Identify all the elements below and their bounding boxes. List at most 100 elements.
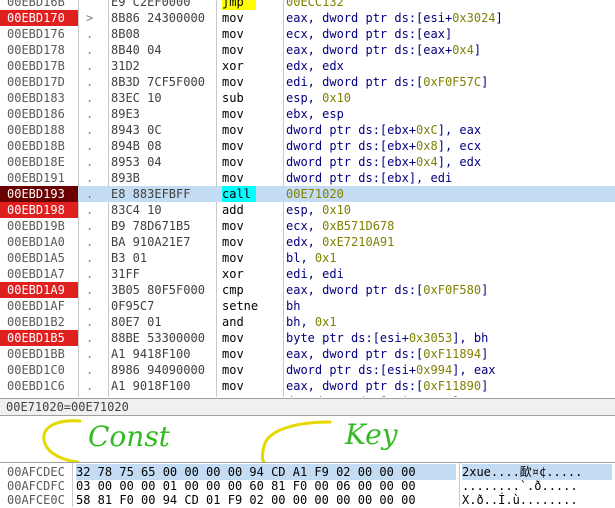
instruction-bytes: 8943 0C [111, 123, 162, 137]
operand-constant: 00ECC132 [286, 0, 344, 9]
breakpoint-address[interactable]: 00EBD193 [0, 186, 78, 202]
operand-text: dword ptr ds:[esi+ [286, 395, 416, 397]
instruction-address[interactable]: 00EBD1C6 [0, 378, 78, 394]
disasm-row[interactable]: 00EBD1A7. 31FF xor edi, edi [0, 266, 615, 282]
instruction-mnemonic: mov [222, 219, 244, 233]
instruction-address[interactable]: 00EBD17D [0, 74, 78, 90]
operand-text: esp, [286, 91, 323, 105]
instruction-address[interactable]: 00EBD1A7 [0, 266, 78, 282]
disasm-row[interactable]: 00EBD1CB. 8986 98090000 movdword ptr ds:[e… [0, 394, 615, 397]
instruction-operands: dword ptr ds:[ebx], edi [286, 170, 615, 186]
operand-text: bl, [286, 251, 315, 265]
disasm-row[interactable]: 00EBD1A9. 3B05 80F5F000 cmp eax, dword ptr … [0, 282, 615, 298]
disasm-row[interactable]: 00EBD18E. 8953 04 mov dword ptr ds:[ebx+0x4… [0, 154, 615, 170]
disasm-row[interactable]: 00EBD178. 8B40 04 mov eax, dword ptr ds:[ea… [0, 42, 615, 58]
branch-marker: . [86, 203, 94, 217]
instruction-address[interactable]: 00EBD1A0 [0, 234, 78, 250]
disasm-row[interactable]: 00EBD1B2. 80E7 01 and bh, 0x1 [0, 314, 615, 330]
operand-text: byte ptr ds:[esi+ [286, 331, 409, 345]
disasm-row[interactable]: 00EBD1AF. 0F95C7 setne bh [0, 298, 615, 314]
instruction-address[interactable]: 00EBD16B [0, 0, 78, 10]
instruction-address[interactable]: 00EBD18E [0, 154, 78, 170]
instruction-mnemonic: mov [222, 251, 244, 265]
instruction-address[interactable]: 00EBD18B [0, 138, 78, 154]
instruction-mnemonic: mov [222, 139, 244, 153]
instruction-address[interactable]: 00EBD1A5 [0, 250, 78, 266]
instruction-address[interactable]: 00EBD1BB [0, 346, 78, 362]
disasm-row[interactable]: 00EBD176. 8B08 mov ecx, dword ptr ds:[eax] [0, 26, 615, 42]
disasm-row[interactable]: 00EBD188. 8943 0C mov dword ptr ds:[ebx+0xC… [0, 122, 615, 138]
instruction-bytes: 0F95C7 [111, 299, 155, 313]
breakpoint-address[interactable]: 00EBD1B5 [0, 330, 78, 346]
disasm-row[interactable]: 00EBD183. 83EC 10 sub esp, 0x10 [0, 90, 615, 106]
instruction-bytes: E8 883EFBFF [111, 187, 191, 201]
operand-text: dword ptr ds:[ebx+ [286, 139, 417, 153]
operand-constant: 0x10 [322, 203, 352, 217]
instruction-operands: byte ptr ds:[esi+0x3053], bh [286, 330, 615, 346]
disasm-row[interactable]: 00EBD1C6. A1 9018F100 mov eax, dword ptr ds… [0, 378, 615, 394]
instruction-address[interactable]: 00EBD19B [0, 218, 78, 234]
branch-marker: . [86, 107, 94, 121]
disasm-row[interactable]: 00EBD191. 893B mov dword ptr ds:[ebx], edi [0, 170, 615, 186]
instruction-operands: ebx, esp [286, 106, 615, 122]
operand-text: ecx, dword ptr ds:[eax] [286, 27, 453, 41]
disasm-row[interactable]: 00EBD16B E9 C2EF0000 jmp 00ECC132 [0, 0, 615, 10]
operand-constant: 0x994 [416, 363, 453, 377]
instruction-address[interactable]: 00EBD191 [0, 170, 78, 186]
instruction-bytes: A1 9018F100 [111, 379, 191, 393]
disasm-row[interactable]: 00EBD170 >8B86 24300000 mov eax, dword ptr … [0, 10, 615, 26]
instruction-operands: eax, dword ptr ds:[0xF11890] [286, 378, 615, 394]
disasm-row[interactable]: 00EBD1A0. BA 910A21E7 mov edx, 0xE7210A91 [0, 234, 615, 250]
disasm-row[interactable]: 00EBD17B. 31D2 xor edx, edx [0, 58, 615, 74]
branch-marker: . [86, 123, 94, 137]
instruction-address[interactable]: 00EBD1C0 [0, 362, 78, 378]
breakpoint-address[interactable]: 00EBD170 [0, 10, 78, 26]
operand-text: ] [481, 283, 489, 297]
disasm-row[interactable]: 00EBD19B. B9 78D671B5 mov ecx, 0xB571D678 [0, 218, 615, 234]
branch-marker: . [86, 299, 94, 313]
breakpoint-address[interactable]: 00EBD1A9 [0, 282, 78, 298]
operand-text: dword ptr ds:[ebx+ [286, 155, 417, 169]
instruction-address[interactable]: 00EBD186 [0, 106, 78, 122]
instruction-address[interactable]: 00EBD1CB [0, 394, 78, 397]
operand-text: ], ecx [437, 139, 482, 153]
operand-text: ], edx [437, 155, 482, 169]
instruction-operands: edi, edi [286, 266, 615, 282]
instruction-address[interactable]: 00EBD1B2 [0, 314, 78, 330]
operand-constant: 0xF11894 [423, 347, 482, 361]
operand-text: ], bh [452, 331, 489, 345]
disasm-row[interactable]: 00EBD198. 83C4 10 add esp, 0x10 [0, 202, 615, 218]
instruction-mnemonic: mov [222, 43, 244, 57]
instruction-mnemonic: and [222, 315, 244, 329]
disasm-row[interactable]: 00EBD1A5. B3 01 mov bl, 0x1 [0, 250, 615, 266]
instruction-operands: 00ECC132 [286, 0, 615, 10]
instruction-address[interactable]: 00EBD183 [0, 90, 78, 106]
instruction-mnemonic: mov [222, 27, 244, 41]
instruction-address[interactable]: 00EBD178 [0, 42, 78, 58]
info-text: 00E71020=00E71020 [6, 400, 129, 414]
disasm-row[interactable]: 00EBD17D. 8B3D 7CF5F000 mov edi, dword ptr … [0, 74, 615, 90]
disasm-row[interactable]: 00EBD18B. 894B 08 mov dword ptr ds:[ebx+0x8… [0, 138, 615, 154]
disasm-row-selected[interactable]: 00EBD193. E8 883EFBFF call 00E71020 [0, 186, 615, 202]
handwritten-annotations: Const Key [42, 418, 399, 464]
breakpoint-address[interactable]: 00EBD198 [0, 202, 78, 218]
operand-constant: 0xF0F580 [423, 283, 482, 297]
instruction-address[interactable]: 00EBD17B [0, 58, 78, 74]
branch-marker: . [86, 394, 96, 397]
instruction-address[interactable]: 00EBD176 [0, 26, 78, 42]
operand-text: ] [481, 347, 489, 361]
disasm-row[interactable]: 00EBD1BB. A1 9418F100 mov eax, dword ptr ds… [0, 346, 615, 362]
memory-dump-pane[interactable]: 00AFCDEC 32 78 75 65 00 00 00 00 94 CD A1… [0, 462, 615, 507]
instruction-operands: bh [286, 298, 615, 314]
disasm-row[interactable]: 00EBD1B5. 88BE 53300000 mov byte ptr ds:[es… [0, 330, 615, 346]
instruction-operands: dword ptr ds:[ebx+0x8], ecx [286, 138, 615, 154]
disassembly-pane[interactable]: 00EBD16B E9 C2EF0000 jmp 00ECC132 00EBD170 >8… [0, 0, 615, 397]
instruction-address[interactable]: 00EBD1AF [0, 298, 78, 314]
instruction-bytes: 8986 94090000 [111, 363, 205, 377]
operand-constant: 0x998 [416, 395, 452, 397]
disasm-row[interactable]: 00EBD1C0. 8986 94090000 mov dword ptr ds:[e… [0, 362, 615, 378]
instruction-address[interactable]: 00EBD188 [0, 122, 78, 138]
disasm-row[interactable]: 00EBD186. 89E3 mov ebx, esp [0, 106, 615, 122]
operand-constant: 0x4 [452, 43, 474, 57]
instruction-operands: eax, dword ptr ds:[eax+0x4] [286, 42, 615, 58]
